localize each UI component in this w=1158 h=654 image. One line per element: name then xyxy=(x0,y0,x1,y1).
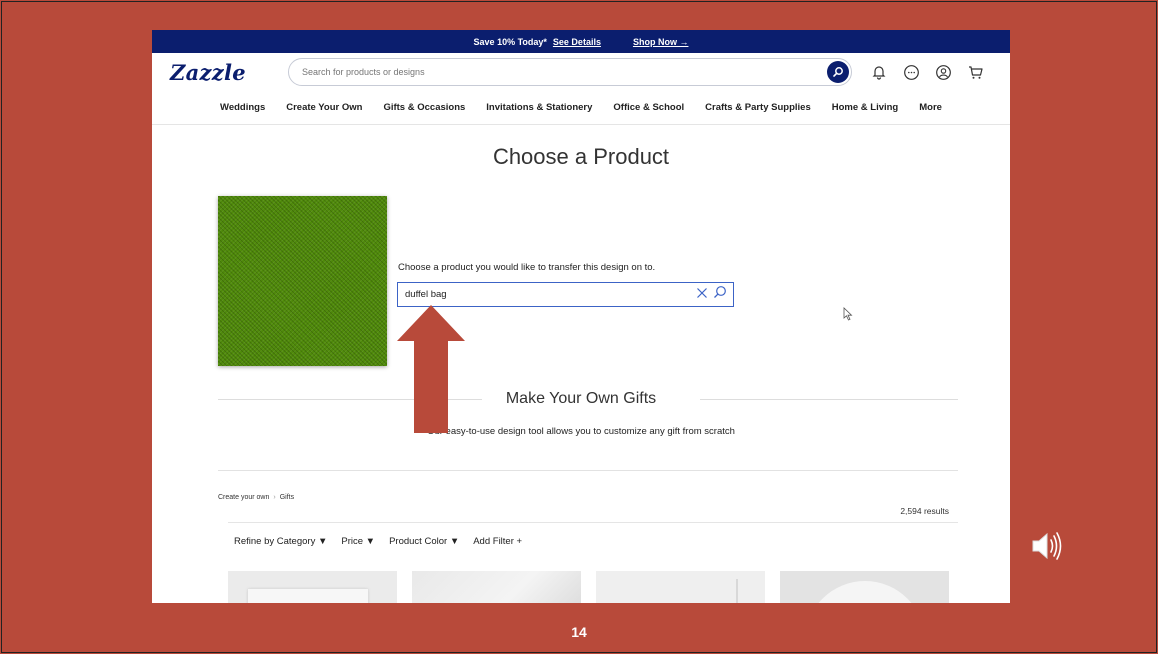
site-search-input[interactable] xyxy=(302,67,827,77)
chevron-right-icon: › xyxy=(273,494,276,501)
nav-item-more[interactable]: More xyxy=(909,102,953,113)
nav-item-gifts-occasions[interactable]: Gifts & Occasions xyxy=(373,102,476,113)
cart-icon[interactable] xyxy=(966,63,984,81)
refine-label: Refine by Category xyxy=(234,536,316,547)
see-details-link[interactable]: See Details xyxy=(553,37,601,47)
section-title: Make Your Own Gifts xyxy=(505,390,657,407)
instruction-text: Choose a product you would like to trans… xyxy=(398,262,656,273)
price-dropdown[interactable]: Price ▼ xyxy=(341,536,375,547)
color-label: Product Color xyxy=(389,536,448,547)
breadcrumb-item-create[interactable]: Create your own xyxy=(218,494,269,501)
category-nav: Weddings Create Your Own Gifts & Occasio… xyxy=(152,91,1010,125)
design-preview-image xyxy=(218,196,387,366)
site-header: Zazzle xyxy=(152,53,1010,91)
search-icon[interactable] xyxy=(827,61,849,83)
search-icon[interactable] xyxy=(713,285,727,304)
price-label: Price xyxy=(341,536,364,547)
page-title: Choose a Product xyxy=(492,144,670,169)
caret-down-icon: ▼ xyxy=(449,536,460,547)
promo-banner: Save 10% Today* See Details Shop Now → xyxy=(152,30,1010,53)
shop-now-link[interactable]: Shop Now → xyxy=(633,37,689,47)
product-thumbnail[interactable] xyxy=(412,571,581,603)
nav-item-office-school[interactable]: Office & School xyxy=(603,102,695,113)
account-icon[interactable] xyxy=(934,63,952,81)
product-color-dropdown[interactable]: Product Color ▼ xyxy=(389,536,459,547)
bell-icon[interactable] xyxy=(870,63,888,81)
divider xyxy=(228,522,958,523)
refine-category-dropdown[interactable]: Refine by Category ▼ xyxy=(234,536,327,547)
audio-speaker-icon[interactable] xyxy=(1029,528,1065,564)
product-thumbnail[interactable] xyxy=(596,571,765,603)
clear-icon[interactable] xyxy=(696,286,708,304)
annotation-arrow xyxy=(397,305,465,433)
product-grid xyxy=(228,571,949,603)
mouse-cursor-icon xyxy=(843,307,853,321)
section-subtitle: Our easy-to-use design tool allows you t… xyxy=(427,426,735,437)
product-thumbnail[interactable] xyxy=(780,571,949,603)
breadcrumb: Create your own › Gifts xyxy=(218,494,294,501)
product-search-input[interactable] xyxy=(405,289,696,300)
results-count: 2,594 results xyxy=(900,506,949,516)
nav-item-weddings[interactable]: Weddings xyxy=(210,102,276,113)
nav-item-crafts-party[interactable]: Crafts & Party Supplies xyxy=(695,102,822,113)
product-thumbnail[interactable] xyxy=(228,571,397,603)
slide-number: 14 xyxy=(571,624,587,640)
caret-down-icon: ▼ xyxy=(365,536,376,547)
nav-item-home-living[interactable]: Home & Living xyxy=(821,102,909,113)
browser-screenshot: Save 10% Today* See Details Shop Now → Z… xyxy=(152,30,1010,603)
chat-icon[interactable] xyxy=(902,63,920,81)
nav-item-create-your-own[interactable]: Create Your Own xyxy=(276,102,373,113)
site-search[interactable] xyxy=(288,58,852,86)
promo-text: Save 10% Today* xyxy=(473,36,547,47)
nav-item-invitations-stationery[interactable]: Invitations & Stationery xyxy=(476,102,603,113)
zazzle-logo[interactable]: Zazzle xyxy=(170,60,274,85)
divider xyxy=(218,470,958,471)
filter-bar: Refine by Category ▼ Price ▼ Product Col… xyxy=(234,536,522,547)
caret-down-icon: ▼ xyxy=(317,536,328,547)
add-filter-button[interactable]: Add Filter + xyxy=(473,536,522,547)
breadcrumb-item-gifts[interactable]: Gifts xyxy=(280,494,294,501)
